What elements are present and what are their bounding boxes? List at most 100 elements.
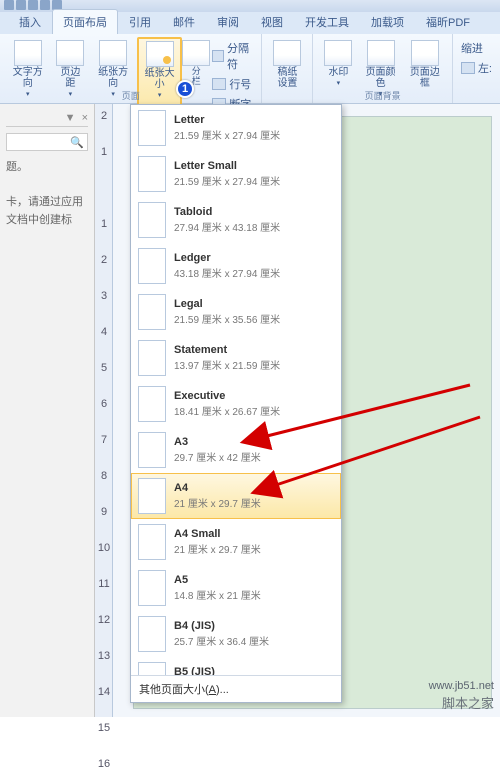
size-option-legal[interactable]: Legal21.59 厘米 x 35.56 厘米	[131, 289, 341, 335]
tab-insert[interactable]: 插入	[8, 9, 52, 34]
size-dim: 21.59 厘米 x 35.56 厘米	[174, 311, 280, 326]
content-area: ▼ × 🔍 题。 卡，请通过应用 文档中创建标 21123456789101112…	[0, 104, 500, 717]
page-icon	[138, 110, 166, 146]
indent-label: 缩进	[459, 39, 494, 57]
callout-badge-1: 1	[176, 80, 194, 98]
group-label: 页面	[0, 89, 261, 102]
size-dim: 18.41 厘米 x 26.67 厘米	[174, 403, 280, 418]
size-name: A4	[174, 482, 261, 494]
page-icon	[138, 248, 166, 284]
paper-size-menu: Letter21.59 厘米 x 27.94 厘米Letter Small21.…	[130, 104, 342, 703]
group-paragraph: 缩进 左:	[453, 34, 500, 103]
page-icon	[138, 340, 166, 376]
page-icon	[138, 156, 166, 192]
label: 纸张大小	[143, 68, 176, 90]
page-icon	[138, 616, 166, 652]
label: 稿纸 设置	[277, 67, 297, 89]
text-direction-icon	[14, 40, 42, 66]
group-page-background: 水印▾ 页面颜色▾ 页面边框 页面背景	[313, 34, 453, 103]
page-icon	[138, 662, 166, 675]
tab-references[interactable]: 引用	[118, 9, 162, 34]
vertical-ruler: 2112345678910111213141516	[95, 104, 113, 717]
size-dim: 21.59 厘米 x 27.94 厘米	[174, 127, 280, 142]
indent-left[interactable]: 左:	[459, 59, 494, 77]
pane-text: 题。 卡，请通过应用 文档中创建标	[6, 159, 88, 229]
ribbon: 文字方向▾ 页边距▾ 纸张方向▾ 纸张大小▾ 分栏 分隔符 行号 断字 页面 稿…	[0, 34, 500, 104]
search-input[interactable]: 🔍	[6, 133, 88, 151]
page-icon	[138, 524, 166, 560]
label: 页面颜色	[364, 67, 396, 89]
orientation-icon	[99, 40, 127, 66]
size-dim: 29.7 厘米 x 42 厘米	[174, 449, 261, 464]
size-dim: 21.59 厘米 x 27.94 厘米	[174, 173, 280, 188]
size-option-a4[interactable]: A421 厘米 x 29.7 厘米	[131, 473, 341, 519]
size-dim: 14.8 厘米 x 21 厘米	[174, 587, 261, 602]
tab-review[interactable]: 审阅	[206, 9, 250, 34]
size-name: A5	[174, 574, 261, 586]
page-icon	[138, 478, 166, 514]
paper-size-icon	[146, 41, 174, 67]
size-option-a4-small[interactable]: A4 Small21 厘米 x 29.7 厘米	[131, 519, 341, 565]
page-icon	[138, 202, 166, 238]
size-name: Legal	[174, 298, 280, 310]
tab-page-layout[interactable]: 页面布局	[52, 9, 118, 34]
breaks-button[interactable]: 分隔符	[210, 39, 255, 73]
size-name: Tabloid	[174, 206, 280, 218]
size-option-letter[interactable]: Letter21.59 厘米 x 27.94 厘米	[131, 105, 341, 151]
size-dim: 21 厘米 x 29.7 厘米	[174, 495, 261, 510]
size-name: B4 (JIS)	[174, 620, 269, 632]
size-name: Letter	[174, 114, 280, 126]
manuscript-icon	[273, 40, 301, 66]
size-option-a5[interactable]: A514.8 厘米 x 21 厘米	[131, 565, 341, 611]
manuscript-button[interactable]: 稿纸 设置	[268, 37, 306, 92]
size-option-b5-jis-[interactable]: B5 (JIS)18.2 厘米 x 25.7 厘米	[131, 657, 341, 675]
page-borders-icon	[411, 40, 439, 66]
breaks-icon	[212, 50, 224, 62]
size-option-statement[interactable]: Statement13.97 厘米 x 21.59 厘米	[131, 335, 341, 381]
label: 左:	[478, 60, 492, 76]
size-dim: 43.18 厘米 x 27.94 厘米	[174, 265, 280, 280]
page-icon	[138, 432, 166, 468]
size-name: A3	[174, 436, 261, 448]
size-name: B5 (JIS)	[174, 666, 269, 675]
group-page-setup: 文字方向▾ 页边距▾ 纸张方向▾ 纸张大小▾ 分栏 分隔符 行号 断字 页面	[0, 34, 262, 103]
search-icon: 🔍	[70, 136, 84, 149]
group-manuscript: 稿纸 设置	[262, 34, 313, 103]
group-label: 页面背景	[313, 89, 452, 102]
tab-developer[interactable]: 开发工具	[294, 9, 360, 34]
label: 页边距	[56, 67, 84, 89]
size-dim: 21 厘米 x 29.7 厘米	[174, 541, 261, 556]
label: 水印	[328, 67, 348, 78]
page-color-icon	[367, 40, 395, 66]
size-name: Ledger	[174, 252, 280, 264]
ribbon-tabs: 插入 页面布局 引用 邮件 审阅 视图 开发工具 加载项 福昕PDF	[0, 12, 500, 34]
label: 纸张方向	[96, 67, 129, 89]
chevron-down-icon: ▾	[337, 79, 341, 87]
size-option-ledger[interactable]: Ledger43.18 厘米 x 27.94 厘米	[131, 243, 341, 289]
tab-mailings[interactable]: 邮件	[162, 9, 206, 34]
watermark-icon	[324, 40, 352, 66]
size-name: Letter Small	[174, 160, 280, 172]
tab-addins[interactable]: 加载项	[360, 9, 415, 34]
size-option-b4-jis-[interactable]: B4 (JIS)25.7 厘米 x 36.4 厘米	[131, 611, 341, 657]
navigation-pane: ▼ × 🔍 题。 卡，请通过应用 文档中创建标	[0, 104, 95, 717]
label: 文字方向	[11, 67, 44, 89]
label: 分隔符	[227, 40, 254, 72]
tab-view[interactable]: 视图	[250, 9, 294, 34]
tab-foxit-pdf[interactable]: 福昕PDF	[415, 9, 481, 34]
size-option-a3[interactable]: A329.7 厘米 x 42 厘米	[131, 427, 341, 473]
size-option-tabloid[interactable]: Tabloid27.94 厘米 x 43.18 厘米	[131, 197, 341, 243]
page-icon	[138, 294, 166, 330]
indent-left-icon	[461, 62, 475, 74]
page-icon	[138, 386, 166, 422]
size-name: Executive	[174, 390, 280, 402]
size-option-executive[interactable]: Executive18.41 厘米 x 26.67 厘米	[131, 381, 341, 427]
watermark: www.jb51.net 脚本之家	[429, 679, 494, 713]
more-paper-sizes[interactable]: 其他页面大小(A)...	[131, 675, 341, 702]
pane-close-icon[interactable]: ×	[82, 112, 88, 124]
pane-dropdown-icon[interactable]: ▼	[65, 112, 76, 124]
columns-icon	[182, 40, 210, 66]
size-option-letter-small[interactable]: Letter Small21.59 厘米 x 27.94 厘米	[131, 151, 341, 197]
size-dim: 25.7 厘米 x 36.4 厘米	[174, 633, 269, 648]
size-name: Statement	[174, 344, 280, 356]
